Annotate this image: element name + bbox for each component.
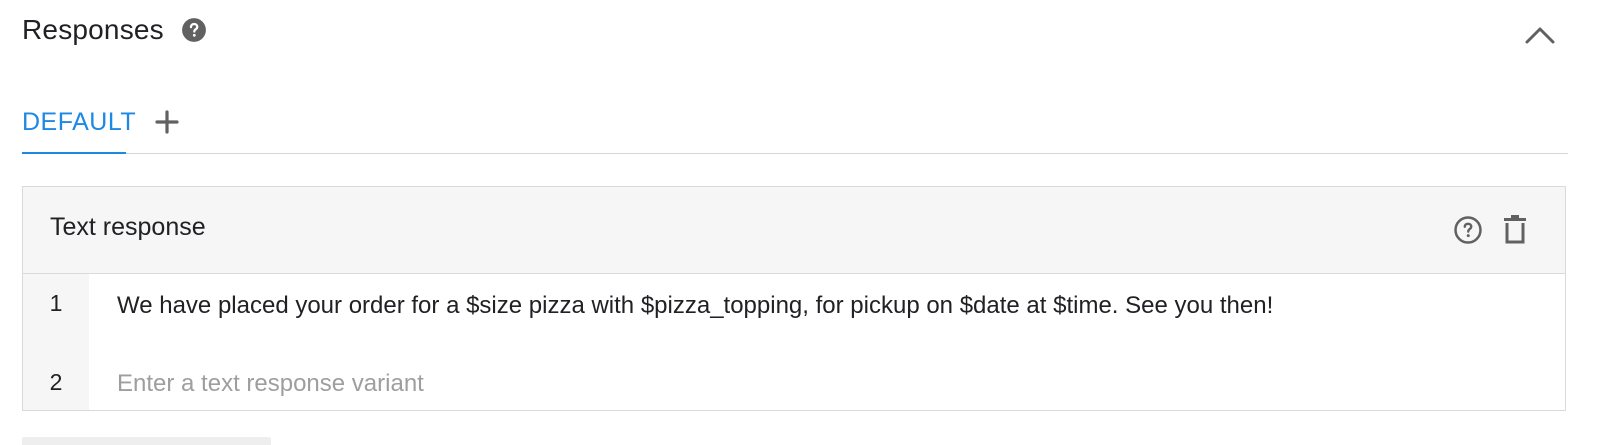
responses-section: Responses DEFAULT Text response 1 We hav… [0,0,1600,445]
text-response-card: Text response 1 We have placed your orde… [22,186,1566,411]
row-number: 2 [49,369,63,395]
plus-icon[interactable] [152,107,182,137]
help-circle-outline-icon[interactable] [1453,215,1483,245]
section-title: Responses [22,14,164,45]
active-tab-indicator [22,152,126,154]
tab-default[interactable]: DEFAULT [22,92,137,154]
card-title: Text response [50,213,206,241]
response-variant-input[interactable] [115,366,1419,402]
help-circle-filled-icon[interactable] [181,17,207,43]
card-header: Text response [23,187,1565,274]
trash-icon[interactable] [1501,214,1529,244]
response-rows: 1 We have placed your order for a $size … [23,274,1565,410]
row-number: 1 [49,290,63,316]
section-header: Responses [22,10,207,50]
response-text-1[interactable]: We have placed your order for a $size pi… [117,292,1273,320]
chevron-up-icon[interactable] [1522,20,1558,50]
tab-default-label: DEFAULT [22,108,137,136]
add-responses-button-partial[interactable] [22,437,271,445]
response-tabs: DEFAULT [22,92,1568,154]
